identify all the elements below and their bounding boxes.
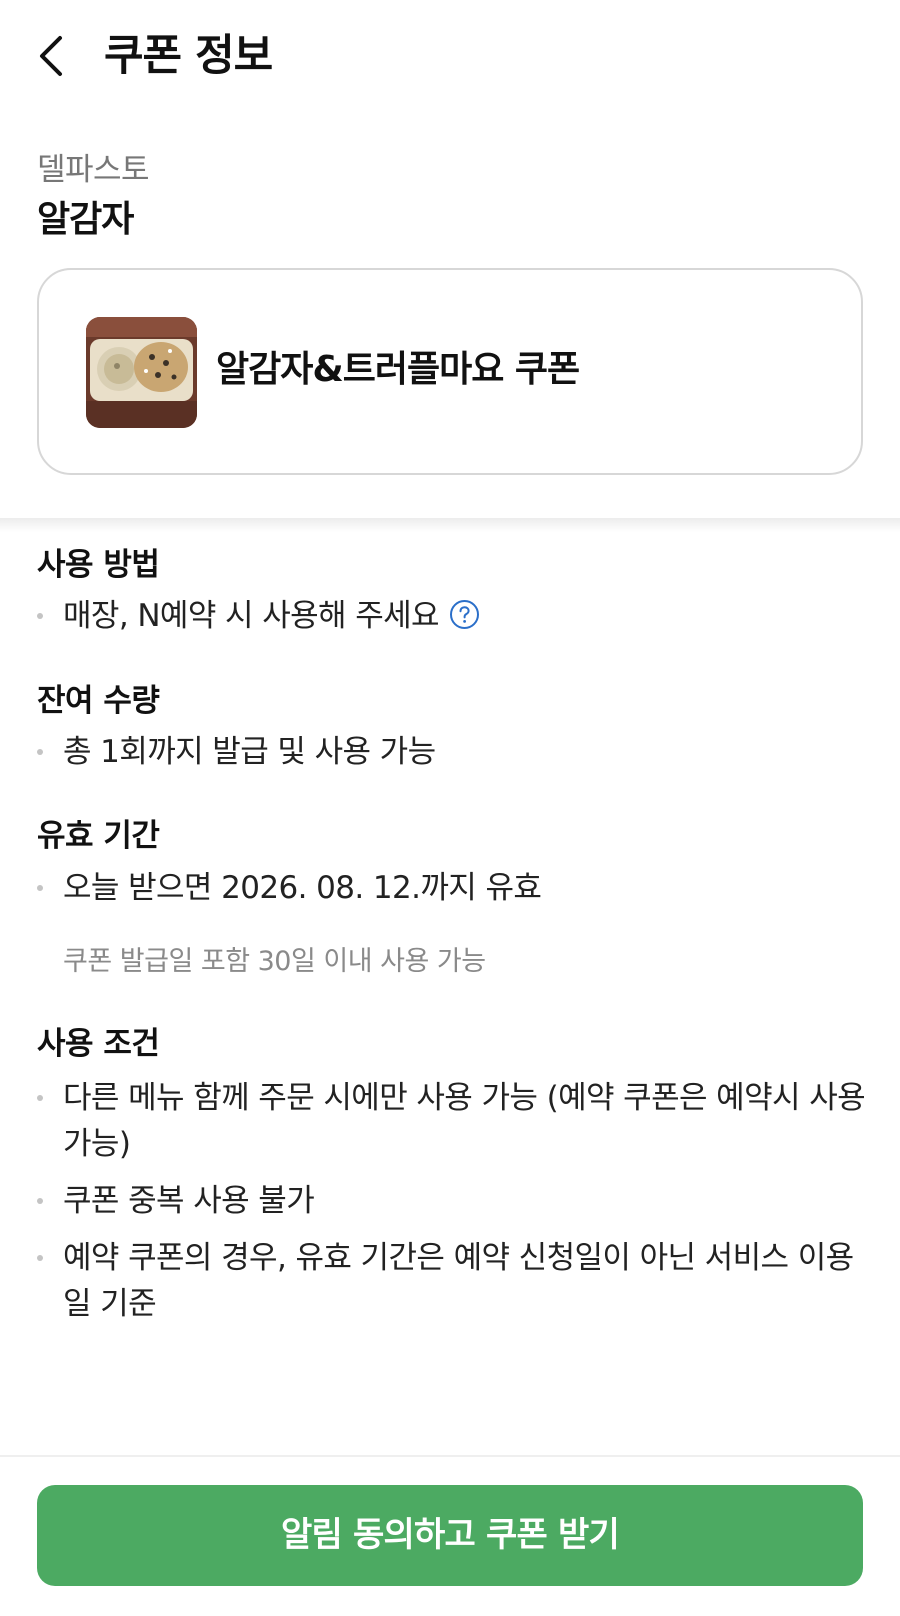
- coupon-food-image: [86, 317, 197, 428]
- list-item: 오늘 받으면 2026. 08. 12.까지 유효: [37, 865, 867, 911]
- bullet-dot: [37, 1255, 43, 1261]
- bullet-dot: [37, 885, 43, 891]
- chevron-left-icon: [28, 26, 84, 86]
- list-item: 예약 쿠폰의 경우, 유효 기간은 예약 신청일이 아닌 서비스 이용일 기준: [37, 1235, 867, 1327]
- conditions-section-title: 사용 조건: [37, 1026, 160, 1062]
- back-button[interactable]: [28, 26, 84, 86]
- get-coupon-button[interactable]: 알림 동의하고 쿠폰 받기: [37, 1485, 863, 1586]
- page-title: 쿠폰 정보: [104, 31, 273, 81]
- condition-text: 다른 메뉴 함께 주문 시에만 사용 가능 (예약 쿠폰은 예약시 사용 가능): [63, 1080, 866, 1162]
- usage-section-title: 사용 방법: [37, 547, 160, 583]
- header: 쿠폰 정보: [0, 0, 900, 115]
- list-item: 쿠폰 중복 사용 불가: [37, 1178, 867, 1224]
- section-divider: [0, 518, 900, 532]
- bullet-dot: [37, 749, 43, 755]
- bullet-dot: [37, 613, 43, 619]
- list-item: 총 1회까지 발급 및 사용 가능: [37, 729, 867, 775]
- validity-section-title: 유효 기간: [37, 818, 160, 854]
- store-name: 델파스토: [37, 152, 150, 188]
- condition-text: 예약 쿠폰의 경우, 유효 기간은 예약 신청일이 아닌 서비스 이용일 기준: [63, 1240, 854, 1322]
- coupon-info-page: 쿠폰 정보 델파스토 알감자 알감자&트러플마요 쿠폰 사용 방법 매장, N예…: [0, 0, 900, 1616]
- branch-name: 알감자: [37, 199, 134, 240]
- coupon-title: 알감자&트러플마요 쿠폰: [216, 349, 580, 390]
- validity-note: 쿠폰 발급일 포함 30일 이내 사용 가능: [63, 946, 486, 977]
- condition-text: 쿠폰 중복 사용 불가: [63, 1183, 315, 1219]
- validity-text: 오늘 받으면 2026. 08. 12.까지 유효: [63, 870, 542, 906]
- remaining-quantity-text: 총 1회까지 발급 및 사용 가능: [63, 734, 436, 770]
- bullet-dot: [37, 1198, 43, 1204]
- list-item: 다른 메뉴 함께 주문 시에만 사용 가능 (예약 쿠폰은 예약시 사용 가능): [37, 1075, 867, 1167]
- usage-method-text: 매장, N예약 시 사용해 주세요: [63, 598, 440, 634]
- coupon-card: 알감자&트러플마요 쿠폰: [37, 268, 863, 475]
- bullet-dot: [37, 1095, 43, 1101]
- question-circle-icon[interactable]: [449, 599, 480, 630]
- remaining-section-title: 잔여 수량: [37, 683, 160, 719]
- bottom-divider: [0, 1455, 900, 1457]
- list-item: 매장, N예약 시 사용해 주세요: [37, 593, 867, 639]
